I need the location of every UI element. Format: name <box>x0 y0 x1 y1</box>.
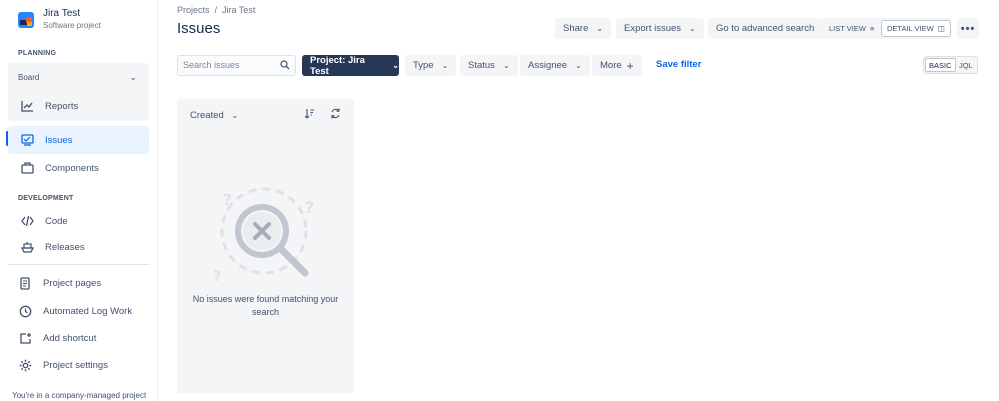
code-icon <box>20 214 34 228</box>
sidebar-item-project-settings[interactable]: Project settings <box>8 351 149 379</box>
basic-mode-button[interactable]: BASIC <box>925 58 956 72</box>
sidebar-item-add-shortcut[interactable]: Add shortcut <box>8 324 149 352</box>
page-icon <box>18 276 32 290</box>
chart-line-icon <box>20 99 34 113</box>
sidebar-item-label: Automated Log Work <box>43 305 133 317</box>
more-filters-button[interactable]: More + <box>592 55 642 76</box>
list-view-label: LIST VIEW <box>829 24 866 33</box>
list-icon: ≡ <box>869 24 875 33</box>
advanced-search-label: Go to advanced search <box>716 23 815 34</box>
project-filter-button[interactable]: Project: Jira Test ⌄ <box>302 54 399 77</box>
sidebar-item-automated-log-work[interactable]: Automated Log Work <box>8 297 149 325</box>
sidebar-item-project-pages[interactable]: Project pages <box>8 269 149 297</box>
add-shortcut-icon <box>18 331 32 345</box>
advanced-search-button[interactable]: Go to advanced search <box>708 18 823 39</box>
board-selector[interactable]: Board ⌄ <box>8 63 149 93</box>
sidebar-item-label: Components <box>45 162 99 174</box>
chevron-down-icon: ⌄ <box>596 24 604 33</box>
sidebar-item-reports[interactable]: Reports <box>8 92 149 120</box>
sidebar-item-components[interactable]: Components <box>8 154 149 182</box>
status-filter-label: Status <box>468 60 495 71</box>
company-managed-note: You're in a company-managed project <box>12 391 147 400</box>
breadcrumb-projects[interactable]: Projects <box>177 5 210 15</box>
development-section-label: DEVELOPMENT <box>18 195 74 202</box>
chevron-down-icon: ⌄ <box>575 61 582 70</box>
assignee-filter-label: Assignee <box>528 60 568 71</box>
issue-list-panel: Created ⌄ ? ? ? No issues were found mat… <box>177 99 354 393</box>
search-icon <box>280 60 290 72</box>
sidebar-item-label: Releases <box>45 241 85 253</box>
project-type: Software project <box>43 21 101 30</box>
type-filter-button[interactable]: Type ⌄ <box>405 55 457 76</box>
status-filter-button[interactable]: Status ⌄ <box>460 55 518 76</box>
detail-view-button[interactable]: DETAIL VIEW ◫ <box>881 20 951 37</box>
chevron-down-icon: ⌄ <box>129 72 137 82</box>
project-filter-label: Project: Jira Test <box>310 54 365 77</box>
breadcrumb: Projects / Jira Test <box>177 5 255 15</box>
breadcrumb-current-project[interactable]: Jira Test <box>222 5 255 15</box>
sidebar-item-label: Project settings <box>43 359 108 371</box>
svg-text:?: ? <box>213 269 221 285</box>
plus-icon: + <box>626 58 634 73</box>
chevron-down-icon: ⌄ <box>231 111 239 120</box>
sidebar-item-label: Code <box>45 215 68 227</box>
page-title: Issues <box>177 20 221 37</box>
chevron-down-icon: ⌄ <box>502 61 510 70</box>
project-name: Jira Test <box>43 8 81 19</box>
sort-by-dropdown[interactable]: Created ⌄ <box>190 110 238 121</box>
svg-text:?: ? <box>305 198 314 217</box>
search-placeholder: Search issues <box>183 60 240 70</box>
sort-order-icon[interactable] <box>304 108 316 120</box>
sidebar-item-code[interactable]: Code <box>8 207 149 235</box>
search-issues-input[interactable]: Search issues <box>177 55 296 76</box>
assignee-filter-button[interactable]: Assignee ⌄ <box>520 55 590 76</box>
ship-icon <box>20 240 34 254</box>
sort-by-label: Created <box>190 110 224 121</box>
export-issues-label: Export issues <box>624 23 682 34</box>
gear-icon <box>18 358 32 372</box>
export-issues-button[interactable]: Export issues ⌄ <box>616 18 704 39</box>
sidebar-item-issues[interactable]: Issues <box>8 126 149 154</box>
issues-icon <box>20 133 34 147</box>
search-mode-toggle: BASIC JQL <box>923 56 978 74</box>
more-actions-button[interactable]: ••• <box>957 18 979 39</box>
no-results-illustration: ? ? ? <box>213 185 317 285</box>
sidebar-item-label: Issues <box>45 134 73 146</box>
clock-icon <box>18 304 32 318</box>
share-button-label: Share <box>563 23 589 34</box>
components-icon <box>20 161 34 175</box>
breadcrumb-separator: / <box>214 5 218 15</box>
view-toggle: LIST VIEW ≡ DETAIL VIEW ◫ <box>822 18 951 39</box>
sidebar-item-label: Project pages <box>43 277 102 289</box>
project-header[interactable]: Jira Test Software project <box>18 8 101 31</box>
project-sidebar: Jira Test Software project PLANNING Boar… <box>0 0 158 401</box>
save-filter-link[interactable]: Save filter <box>656 59 701 70</box>
list-view-button[interactable]: LIST VIEW ≡ <box>824 20 879 37</box>
sidebar-item-label: Add shortcut <box>43 332 97 344</box>
chevron-down-icon: ⌄ <box>689 24 696 33</box>
sidebar-divider <box>8 264 149 265</box>
empty-state-message: No issues were found matching your searc… <box>192 294 339 317</box>
planning-section-label: PLANNING <box>18 50 57 57</box>
refresh-icon[interactable] <box>330 108 342 120</box>
board-selector-label: Board <box>18 73 40 82</box>
jql-mode-button[interactable]: JQL <box>956 58 976 72</box>
chevron-down-icon: ⌄ <box>441 61 449 70</box>
share-button[interactable]: Share ⌄ <box>555 18 612 39</box>
detail-view-label: DETAIL VIEW <box>887 24 934 33</box>
project-avatar <box>18 11 34 28</box>
detail-view-icon: ◫ <box>937 24 945 33</box>
more-filters-label: More <box>600 60 622 71</box>
sidebar-item-releases[interactable]: Releases <box>8 233 149 261</box>
type-filter-label: Type <box>413 60 434 71</box>
sidebar-item-label: Reports <box>45 100 79 112</box>
svg-text:?: ? <box>223 190 232 209</box>
more-horizontal-icon: ••• <box>960 22 976 35</box>
chevron-down-icon: ⌄ <box>392 61 399 70</box>
